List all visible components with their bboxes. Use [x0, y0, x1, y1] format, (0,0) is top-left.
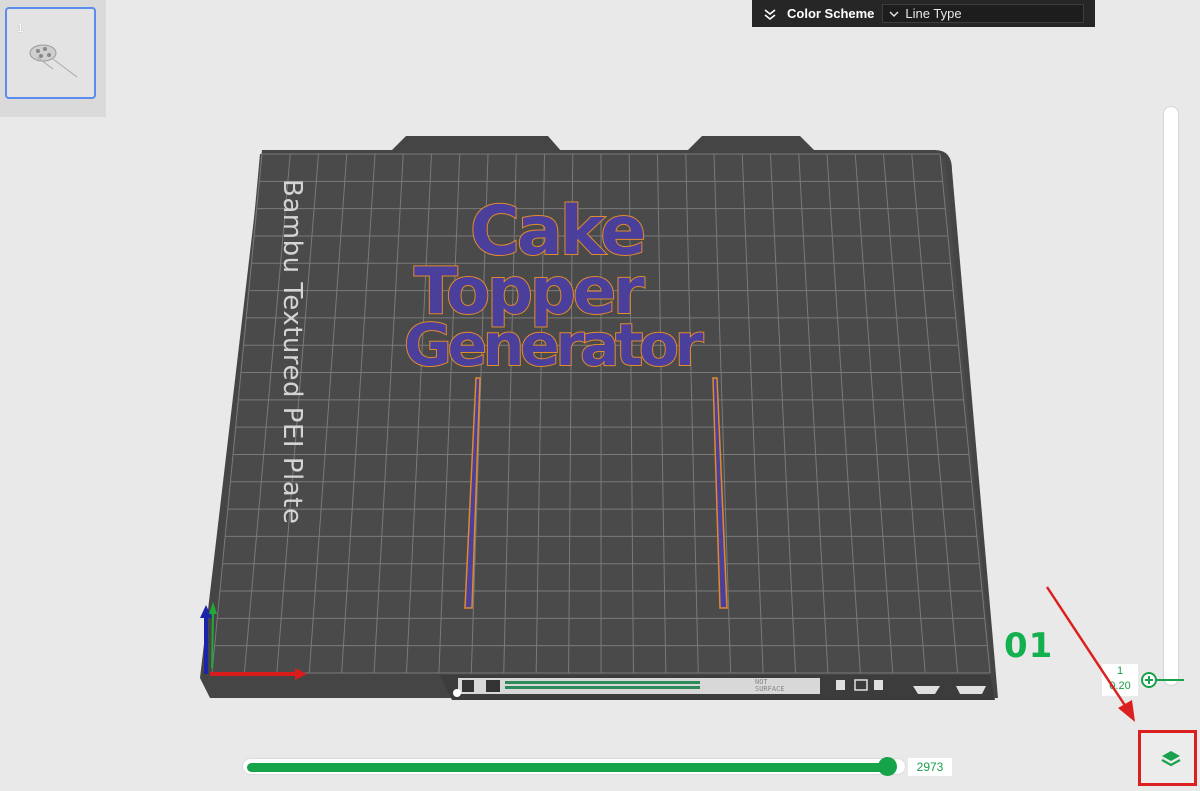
bed-tab-right — [686, 136, 816, 152]
layer-slider-track[interactable] — [1163, 106, 1179, 686]
layer-slider-indicator — [1156, 679, 1184, 681]
move-slider-value: 2973 — [908, 758, 952, 776]
qr-code-icon — [462, 680, 474, 692]
bed-stripe — [505, 686, 700, 689]
annotation-arrow-icon — [1045, 586, 1135, 722]
layers-view-button[interactable] — [1138, 730, 1197, 786]
model-text-line-3: Generator — [403, 311, 704, 379]
move-slider-fill — [247, 763, 888, 772]
bed-surface-text-2: SURFACE — [755, 685, 785, 693]
origin-marker — [453, 689, 461, 697]
bed-stripe — [505, 681, 700, 684]
layers-icon — [1161, 751, 1181, 767]
preview-viewport[interactable]: NOT SURFACE — [0, 0, 1200, 791]
layer-slider-handle[interactable] — [1141, 672, 1157, 688]
bed-corner-mark — [956, 686, 986, 694]
bed-name-wrapper: Bambu Textured PEI Plate — [277, 179, 307, 524]
bed-marker-icon — [486, 680, 500, 692]
move-slider-handle[interactable] — [878, 757, 897, 776]
bed-name: Bambu Textured PEI Plate — [277, 179, 307, 525]
bed-tab-left — [390, 136, 562, 152]
move-slider-track[interactable] — [242, 758, 906, 775]
